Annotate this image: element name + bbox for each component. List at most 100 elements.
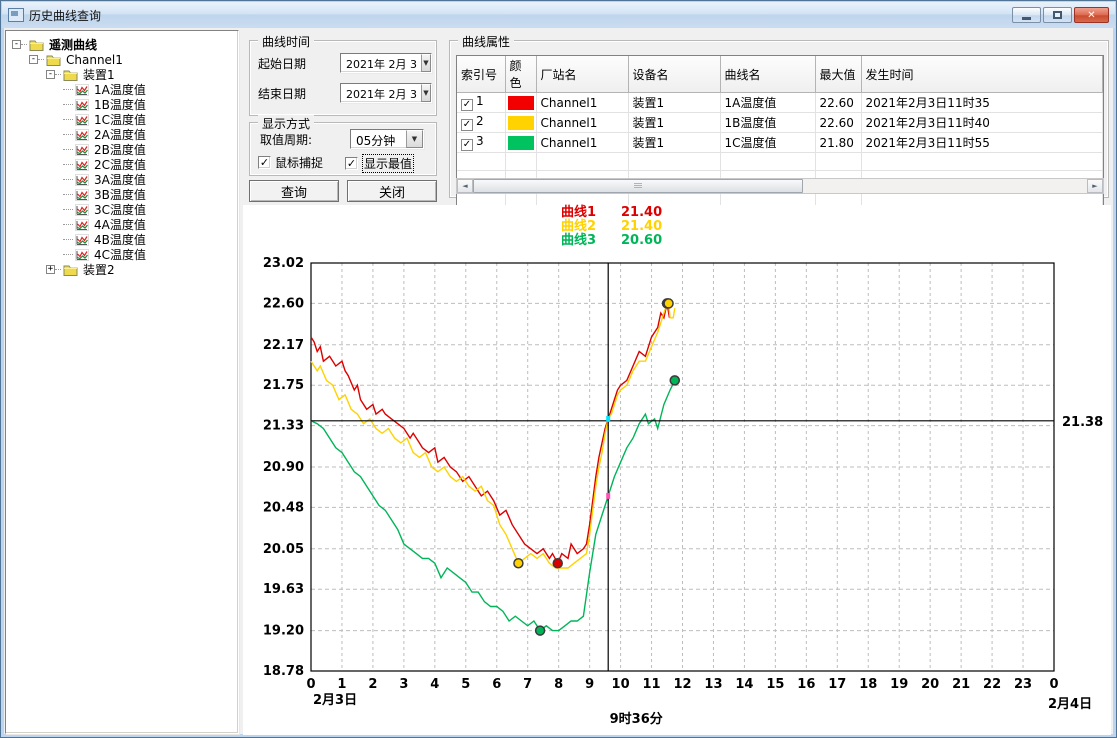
x-axis-tick-label: 19: [890, 677, 908, 692]
end-date-combo[interactable]: 2021年 2月 3 ▼: [340, 83, 432, 103]
tree-connector: [63, 224, 73, 225]
chart-legend: 曲线121.40曲线221.40曲线320.60: [561, 206, 662, 248]
end-date-label: 结束日期: [258, 85, 306, 102]
scroll-track[interactable]: [473, 179, 1087, 193]
table-row[interactable]: ✓1Channel1装置11A温度值22.602021年2月3日11时35: [457, 93, 1103, 113]
x-axis-tick-label: 5: [461, 677, 470, 692]
query-button[interactable]: 查询: [249, 180, 339, 202]
col-header-curve[interactable]: 曲线名: [720, 56, 815, 93]
tree-item-2B温度值[interactable]: 2B温度值: [6, 142, 238, 157]
row-checkbox[interactable]: ✓: [461, 119, 473, 131]
legend-series-name: 曲线2: [561, 220, 621, 234]
y-axis-tick-label: 22.60: [263, 296, 304, 311]
curve-icon: [75, 129, 89, 141]
show-extremes-label: 显示最值: [362, 154, 414, 173]
display-mode-groupbox: 显示方式 取值周期: 05分钟 ▼ ✓ 鼠标捕捉 ✓ 显示最值: [249, 122, 437, 176]
collapse-icon[interactable]: -: [12, 40, 21, 49]
show-extremes-checkmark[interactable]: ✓: [345, 157, 358, 170]
mouse-capture-checkbox[interactable]: ✓ 鼠标捕捉: [258, 154, 323, 171]
x-axis-tick-label: 18: [859, 677, 877, 692]
mouse-capture-checkmark[interactable]: ✓: [258, 156, 271, 169]
tree-connector: [38, 59, 44, 60]
legend-series-name: 曲线1: [561, 206, 621, 220]
col-header-max[interactable]: 最大值: [815, 56, 861, 93]
curve-tree-panel[interactable]: -遥测曲线-Channel1-装置11A温度值1B温度值1C温度值2A温度值2B…: [5, 30, 239, 734]
tree-item-2C温度值[interactable]: 2C温度值: [6, 157, 238, 172]
x-axis-tick-label: 3: [399, 677, 408, 692]
col-header-index[interactable]: 索引号: [457, 56, 505, 93]
client-area: -遥测曲线-Channel1-装置11A温度值1B温度值1C温度值2A温度值2B…: [4, 28, 1113, 734]
x-axis-date-right: 2月4日: [1048, 697, 1092, 712]
curve-icon: [75, 204, 89, 216]
window-title: 历史曲线查询: [29, 7, 101, 24]
curve-icon: [75, 159, 89, 171]
scroll-right-icon[interactable]: ►: [1087, 179, 1103, 193]
period-label: 取值周期:: [260, 131, 312, 148]
scroll-left-icon[interactable]: ◄: [457, 179, 473, 193]
x-axis-tick-label: 12: [673, 677, 691, 692]
tree-item-1A温度值[interactable]: 1A温度值: [6, 82, 238, 97]
collapse-icon[interactable]: -: [29, 55, 38, 64]
start-date-dropdown-icon[interactable]: ▼: [421, 54, 431, 72]
start-date-combo[interactable]: 2021年 2月 3 ▼: [340, 53, 432, 73]
period-dropdown-icon[interactable]: ▼: [406, 130, 423, 148]
x-axis-tick-label: 6: [492, 677, 501, 692]
x-axis-tick-label: 7: [523, 677, 532, 692]
col-header-color[interactable]: 颜色: [505, 56, 536, 93]
show-extremes-checkbox[interactable]: ✓ 显示最值: [345, 154, 414, 173]
tree-item-4B温度值[interactable]: 4B温度值: [6, 232, 238, 247]
tree-item-2A温度值[interactable]: 2A温度值: [6, 127, 238, 142]
row-checkbox[interactable]: ✓: [461, 99, 473, 111]
tree-item-装置2[interactable]: +装置2: [6, 262, 238, 277]
curve-name-cell: 1C温度值: [720, 133, 815, 153]
minimize-icon: [1022, 17, 1031, 20]
end-date-dropdown-icon[interactable]: ▼: [421, 84, 431, 102]
y-axis-tick-label: 23.02: [263, 256, 304, 271]
curve-time-title: 曲线时间: [258, 33, 314, 50]
close-button[interactable]: ✕: [1074, 7, 1109, 23]
tree-item-1C温度值[interactable]: 1C温度值: [6, 112, 238, 127]
x-axis-tick-label: 4: [430, 677, 439, 692]
legend-series-value: 21.40: [621, 206, 662, 220]
curve-properties-groupbox: 曲线属性 索引号 颜色 厂站名 设备名 曲线名 最大值: [449, 40, 1109, 198]
row-index: 2: [476, 114, 484, 128]
tree-item-1B温度值[interactable]: 1B温度值: [6, 97, 238, 112]
cursor-hit-marker: [606, 416, 610, 422]
chart-area[interactable]: 曲线121.40曲线221.40曲线320.60 23.0222.6022.17…: [243, 205, 1111, 735]
row-checkbox[interactable]: ✓: [461, 139, 473, 151]
collapse-icon[interactable]: -: [46, 70, 55, 79]
x-axis-tick-label: 11: [642, 677, 660, 692]
col-header-station[interactable]: 厂站名: [536, 56, 628, 93]
table-row[interactable]: ✓3Channel1装置11C温度值21.802021年2月3日11时55: [457, 133, 1103, 153]
min-marker-曲线2: [514, 559, 523, 568]
period-combo[interactable]: 05分钟 ▼: [350, 129, 424, 149]
col-header-device[interactable]: 设备名: [628, 56, 720, 93]
device-cell: 装置1: [628, 93, 720, 113]
close-dialog-button[interactable]: 关闭: [347, 180, 437, 202]
table-hscrollbar[interactable]: ◄ ►: [456, 178, 1104, 194]
tree-item-4C温度值[interactable]: 4C温度值: [6, 247, 238, 262]
tree-item-3A温度值[interactable]: 3A温度值: [6, 172, 238, 187]
tree-item-3B温度值[interactable]: 3B温度值: [6, 187, 238, 202]
maximize-button[interactable]: [1043, 7, 1072, 23]
x-axis-tick-label: 21: [952, 677, 970, 692]
tree-item-Channel1[interactable]: -Channel1: [6, 52, 238, 67]
tree-item-3C温度值[interactable]: 3C温度值: [6, 202, 238, 217]
scroll-thumb[interactable]: [473, 179, 803, 193]
tree-connector: [55, 269, 61, 270]
y-axis-tick-label: 20.05: [263, 542, 304, 557]
tree-connector: [21, 44, 27, 45]
maximize-icon: [1053, 11, 1062, 19]
tree-item-装置1[interactable]: -装置1: [6, 67, 238, 82]
legend-row: 曲线320.60: [561, 234, 662, 248]
table-row[interactable]: ✓2Channel1装置11B温度值22.602021年2月3日11时40: [457, 113, 1103, 133]
col-header-time[interactable]: 发生时间: [861, 56, 1103, 93]
y-axis-tick-label: 20.48: [263, 500, 304, 515]
title-bar[interactable]: 历史曲线查询 ✕: [2, 2, 1115, 28]
minimize-button[interactable]: [1012, 7, 1041, 23]
tree-item-遥测曲线[interactable]: -遥测曲线: [6, 37, 238, 52]
row-index: 3: [476, 134, 484, 148]
history-curve-chart[interactable]: 23.0222.6022.1721.7521.3320.9020.4820.05…: [243, 205, 1111, 735]
expand-icon[interactable]: +: [46, 265, 55, 274]
tree-item-4A温度值[interactable]: 4A温度值: [6, 217, 238, 232]
